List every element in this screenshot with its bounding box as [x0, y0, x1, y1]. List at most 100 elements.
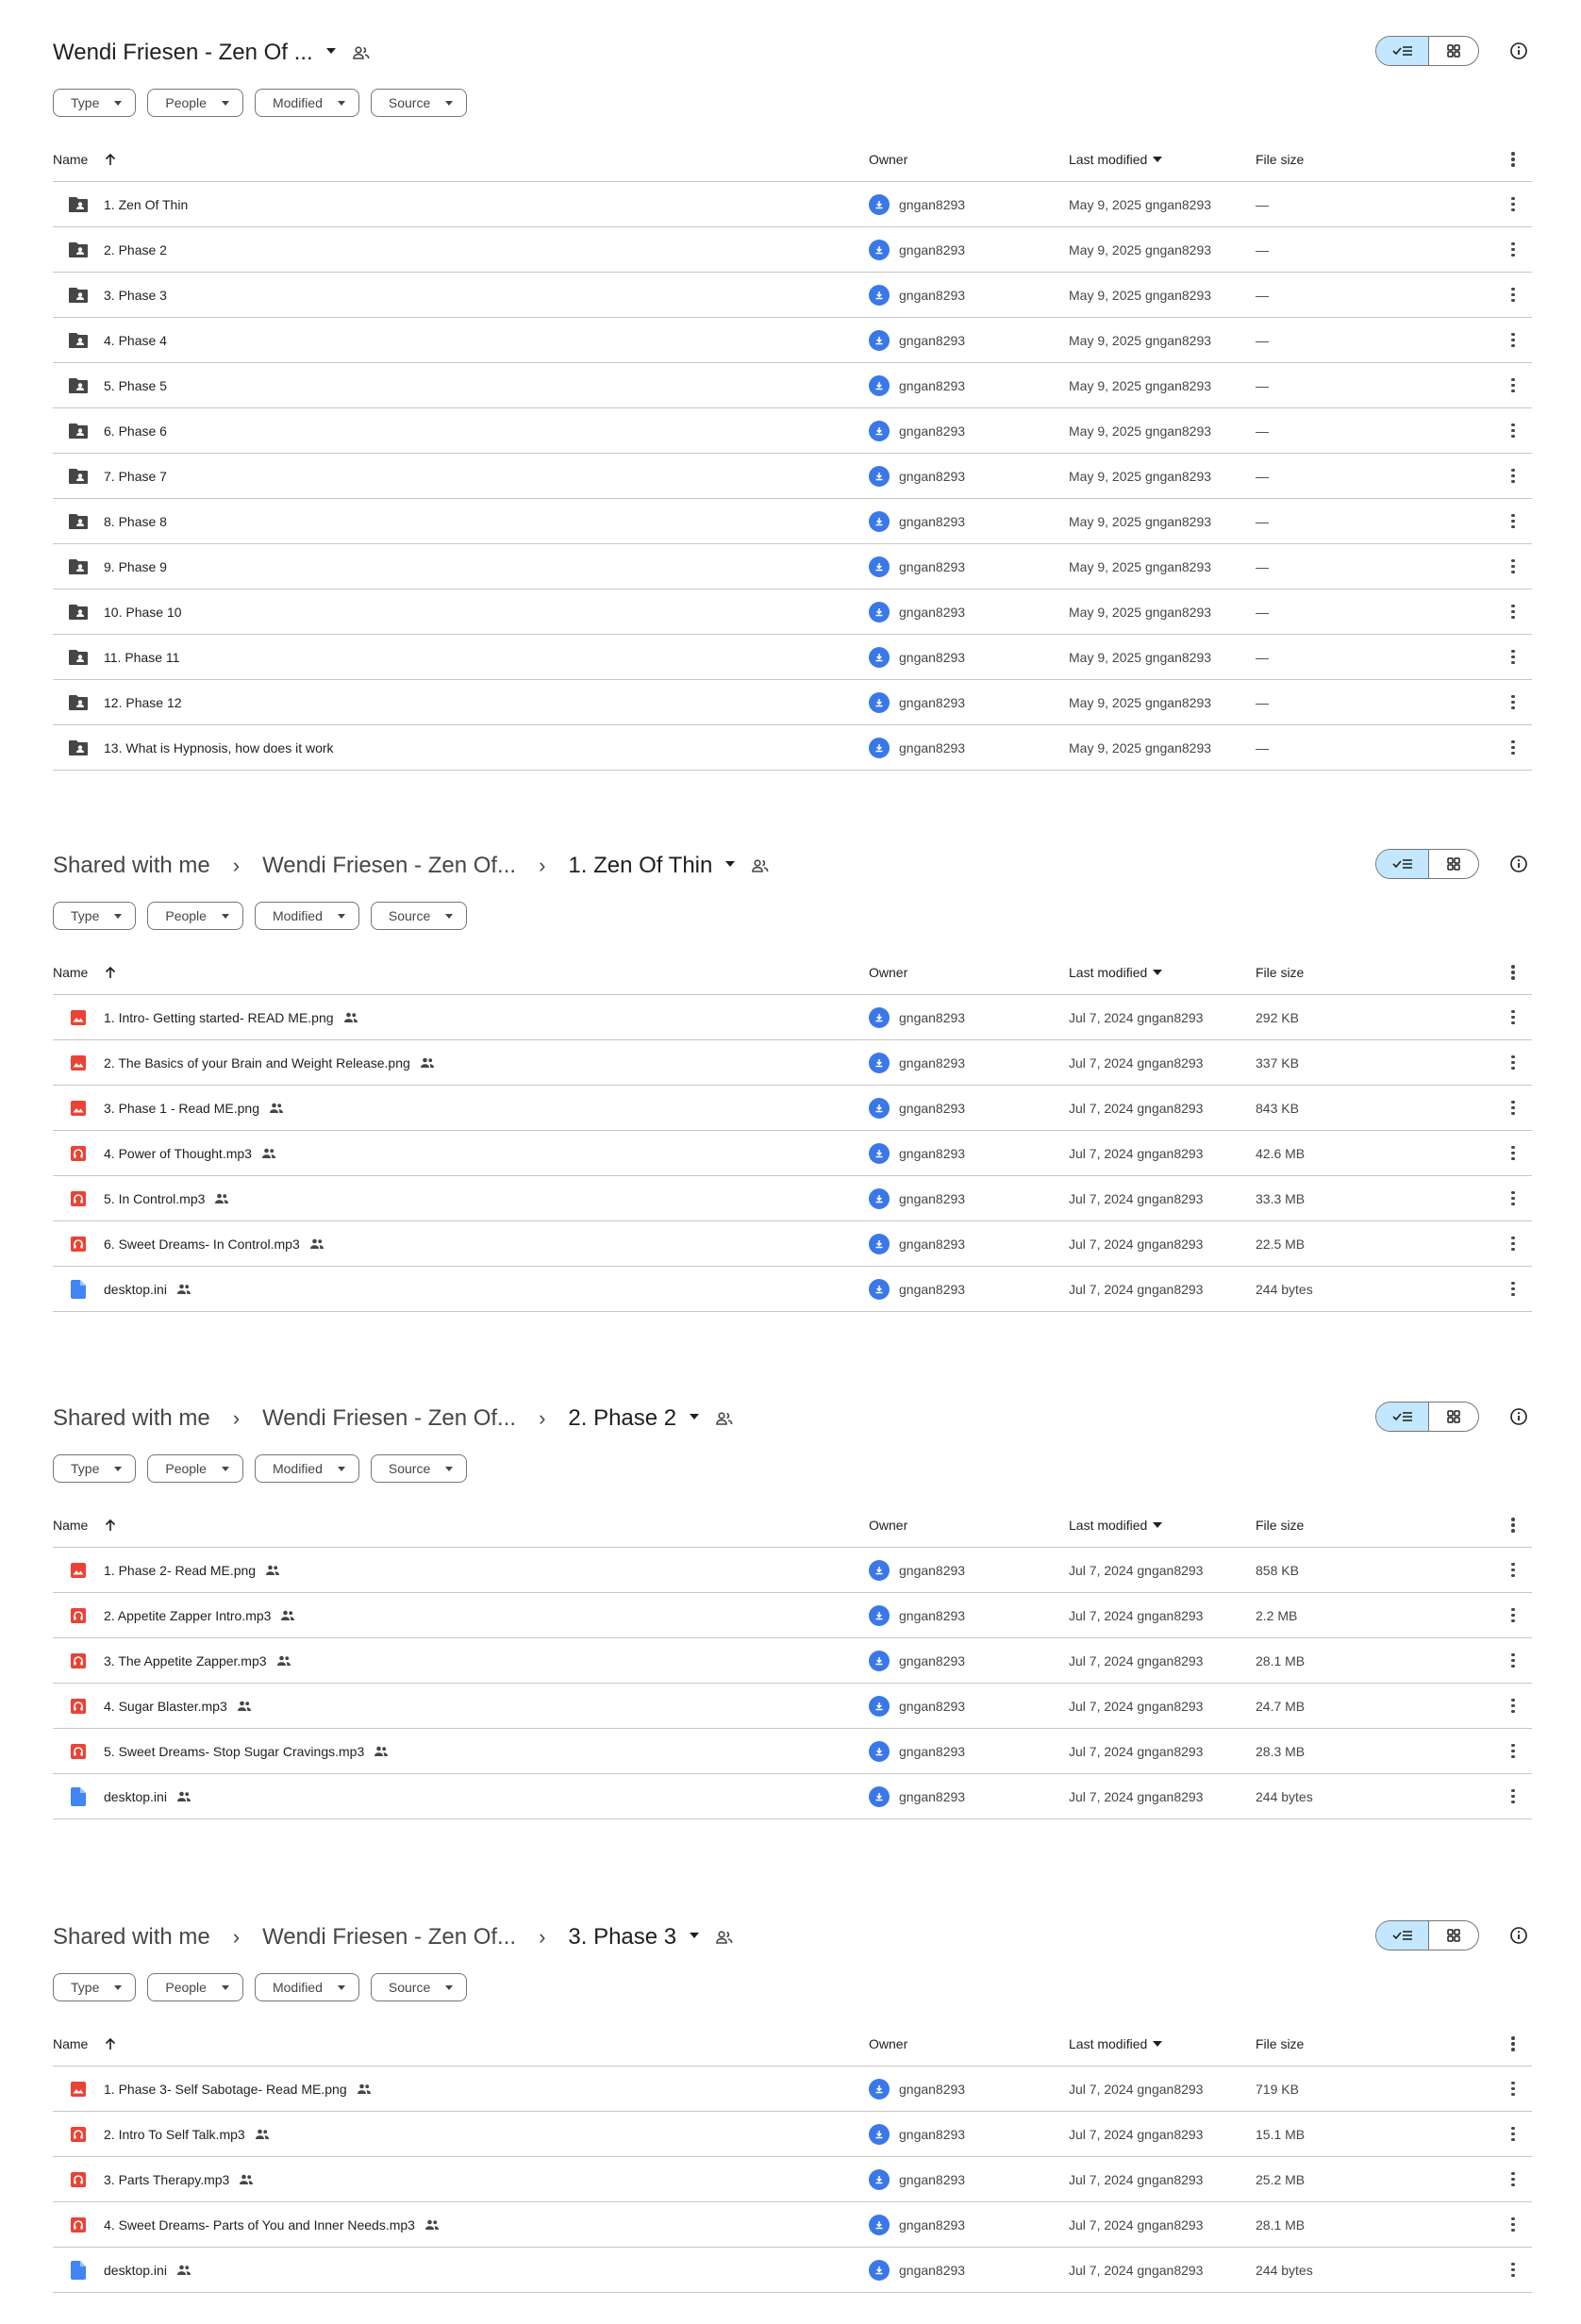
breadcrumb-item[interactable]: 2. Phase 2: [568, 1405, 676, 1432]
size-column-header[interactable]: File size: [1256, 2036, 1304, 2051]
list-view-icon[interactable]: [1376, 1921, 1429, 1950]
more-actions-icon[interactable]: [1511, 965, 1515, 980]
file-row[interactable]: 8. Phase 8 gngan8293 May 9, 2025 gngan8293…: [53, 499, 1532, 544]
owner-column-header[interactable]: Owner: [869, 965, 907, 980]
grid-view-icon[interactable]: [1429, 850, 1478, 878]
file-row[interactable]: 1. Phase 2- Read ME.png gngan8293 Jul 7, 2…: [53, 1548, 1532, 1593]
filter-chip-modified[interactable]: Modified: [254, 89, 359, 117]
more-actions-icon[interactable]: [1511, 241, 1515, 257]
file-row[interactable]: 2. Intro To Self Talk.mp3 gngan8293 Jul 7,…: [53, 2112, 1532, 2157]
info-icon[interactable]: [1506, 851, 1532, 877]
file-row[interactable]: 1. Zen Of Thin gngan8293 May 9, 2025 gngan…: [53, 182, 1532, 227]
folder-menu-caret-icon[interactable]: [725, 861, 736, 867]
breadcrumb-item[interactable]: Wendi Friesen - Zen Of...: [262, 1924, 516, 1950]
filter-chip-source[interactable]: Source: [370, 902, 468, 930]
sort-caret-icon[interactable]: [1153, 1522, 1163, 1528]
filter-chip-type[interactable]: Type: [53, 1454, 137, 1483]
info-icon[interactable]: [1506, 1403, 1532, 1430]
more-actions-icon[interactable]: [1511, 1281, 1515, 1297]
file-row[interactable]: desktop.ini gngan8293 Jul 7, 2024 gngan829…: [53, 2248, 1532, 2293]
sort-caret-icon[interactable]: [1153, 157, 1163, 162]
sort-arrow-up-icon[interactable]: [105, 153, 116, 166]
file-row[interactable]: 1. Intro- Getting started- READ ME.png gn…: [53, 995, 1532, 1040]
file-row[interactable]: 6. Sweet Dreams- In Control.mp3 gngan8293…: [53, 1221, 1532, 1267]
breadcrumb-item[interactable]: Shared with me: [53, 1924, 210, 1950]
breadcrumb-item[interactable]: Wendi Friesen - Zen Of...: [262, 1405, 516, 1432]
view-toggle[interactable]: [1375, 849, 1479, 879]
size-column-header[interactable]: File size: [1256, 1518, 1304, 1533]
info-icon[interactable]: [1506, 38, 1532, 64]
more-actions-icon[interactable]: [1511, 2126, 1515, 2142]
owner-column-header[interactable]: Owner: [869, 152, 907, 167]
modified-column-header[interactable]: Last modified: [1069, 965, 1147, 980]
more-actions-icon[interactable]: [1511, 604, 1515, 620]
more-actions-icon[interactable]: [1511, 694, 1515, 710]
breadcrumb-item[interactable]: 1. Zen Of Thin: [568, 853, 712, 879]
filter-chip-type[interactable]: Type: [53, 1973, 137, 2001]
file-row[interactable]: desktop.ini gngan8293 Jul 7, 2024 gngan829…: [53, 1267, 1532, 1312]
name-column-header[interactable]: Name: [53, 152, 88, 167]
filter-chip-source[interactable]: Source: [370, 89, 468, 117]
file-row[interactable]: 5. In Control.mp3 gngan8293 Jul 7, 2024 gn…: [53, 1176, 1532, 1221]
more-actions-icon[interactable]: [1511, 377, 1515, 393]
file-row[interactable]: 2. The Basics of your Brain and Weight R…: [53, 1040, 1532, 1086]
file-row[interactable]: 4. Sugar Blaster.mp3 gngan8293 Jul 7, 2024…: [53, 1684, 1532, 1729]
more-actions-icon[interactable]: [1511, 558, 1515, 574]
breadcrumb-item[interactable]: Shared with me: [53, 1405, 210, 1432]
size-column-header[interactable]: File size: [1256, 152, 1304, 167]
name-column-header[interactable]: Name: [53, 1518, 88, 1533]
breadcrumb-item[interactable]: Wendi Friesen - Zen Of...: [262, 853, 516, 879]
sort-arrow-up-icon[interactable]: [105, 1519, 116, 1532]
file-row[interactable]: 4. Power of Thought.mp3 gngan8293 Jul 7, 2…: [53, 1131, 1532, 1176]
sort-caret-icon[interactable]: [1153, 2041, 1163, 2047]
more-actions-icon[interactable]: [1511, 2171, 1515, 2187]
more-actions-icon[interactable]: [1511, 513, 1515, 529]
filter-chip-people[interactable]: People: [147, 902, 243, 930]
view-toggle[interactable]: [1375, 1402, 1479, 1432]
more-actions-icon[interactable]: [1511, 2262, 1515, 2278]
file-row[interactable]: 3. Phase 1 - Read ME.png gngan8293 Jul 7, …: [53, 1086, 1532, 1131]
more-actions-icon[interactable]: [1511, 152, 1515, 167]
grid-view-icon[interactable]: [1429, 37, 1478, 65]
more-actions-icon[interactable]: [1511, 1100, 1515, 1116]
filter-chip-type[interactable]: Type: [53, 89, 137, 117]
file-row[interactable]: 11. Phase 11 gngan8293 May 9, 2025 gngan82…: [53, 635, 1532, 680]
info-icon[interactable]: [1506, 1922, 1532, 1949]
file-row[interactable]: 2. Appetite Zapper Intro.mp3 gngan8293 Jul…: [53, 1593, 1532, 1638]
view-toggle[interactable]: [1375, 1920, 1479, 1950]
file-row[interactable]: 1. Phase 3- Self Sabotage- Read ME.png gn…: [53, 2067, 1532, 2112]
more-actions-icon[interactable]: [1511, 1788, 1515, 1804]
folder-menu-caret-icon[interactable]: [690, 1933, 700, 1938]
more-actions-icon[interactable]: [1511, 1652, 1515, 1668]
more-actions-icon[interactable]: [1511, 1698, 1515, 1714]
name-column-header[interactable]: Name: [53, 965, 88, 980]
more-actions-icon[interactable]: [1511, 287, 1515, 303]
file-row[interactable]: 3. Parts Therapy.mp3 gngan8293 Jul 7, 2024…: [53, 2157, 1532, 2202]
view-toggle[interactable]: [1375, 36, 1479, 66]
grid-view-icon[interactable]: [1429, 1403, 1478, 1431]
more-actions-icon[interactable]: [1511, 1607, 1515, 1623]
folder-menu-caret-icon[interactable]: [690, 1414, 700, 1419]
file-row[interactable]: 13. What is Hypnosis, how does it work gn…: [53, 725, 1532, 771]
file-row[interactable]: 3. Phase 3 gngan8293 May 9, 2025 gngan8293…: [53, 273, 1532, 318]
more-actions-icon[interactable]: [1511, 1562, 1515, 1578]
file-row[interactable]: 14. The Original Zen of Thin Videosgngan…: [53, 771, 1532, 781]
sort-arrow-up-icon[interactable]: [105, 966, 116, 979]
modified-column-header[interactable]: Last modified: [1069, 152, 1147, 167]
file-row[interactable]: 6. Phase 6 gngan8293 May 9, 2025 gngan8293…: [53, 408, 1532, 454]
file-row[interactable]: desktop.ini gngan8293 Jul 7, 2024 gngan829…: [53, 1774, 1532, 1819]
modified-column-header[interactable]: Last modified: [1069, 2036, 1147, 2051]
filter-chip-people[interactable]: People: [147, 1454, 243, 1483]
more-actions-icon[interactable]: [1511, 2036, 1515, 2051]
more-actions-icon[interactable]: [1511, 196, 1515, 212]
filter-chip-modified[interactable]: Modified: [254, 1454, 359, 1483]
name-column-header[interactable]: Name: [53, 2036, 88, 2051]
modified-column-header[interactable]: Last modified: [1069, 1518, 1147, 1533]
file-row[interactable]: 2. Phase 2 gngan8293 May 9, 2025 gngan8293…: [53, 227, 1532, 273]
filter-chip-people[interactable]: People: [147, 1973, 243, 2001]
more-actions-icon[interactable]: [1511, 423, 1515, 439]
more-actions-icon[interactable]: [1511, 2081, 1515, 2097]
breadcrumb-item[interactable]: Wendi Friesen - Zen Of ...: [53, 40, 313, 66]
more-actions-icon[interactable]: [1511, 1190, 1515, 1206]
file-row[interactable]: 4. Sweet Dreams- Parts of You and Inner …: [53, 2202, 1532, 2248]
